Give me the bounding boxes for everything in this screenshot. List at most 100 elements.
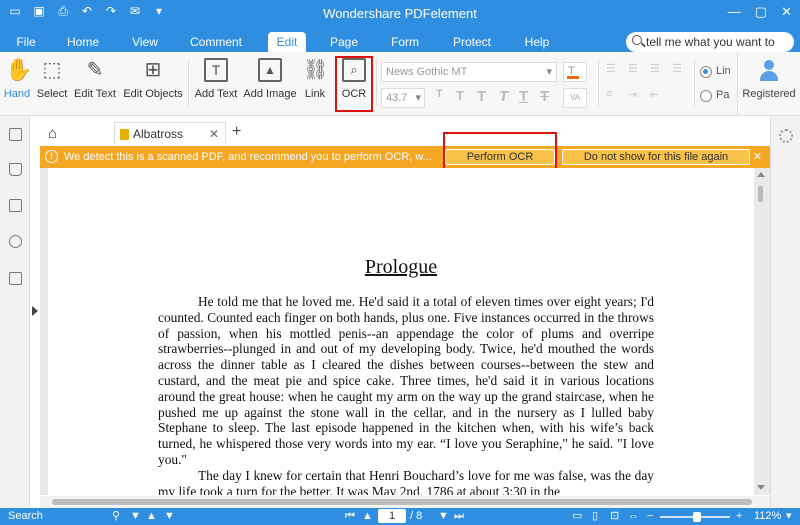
zoom-slider[interactable] xyxy=(660,512,730,522)
zoom-out-icon[interactable]: − xyxy=(647,510,653,522)
tab-view[interactable]: View xyxy=(122,28,168,52)
document-viewport[interactable]: Prologue He told me that he loved me. He… xyxy=(40,168,770,495)
page-heading: Prologue xyxy=(364,256,438,278)
single-page-icon[interactable]: ▭ xyxy=(572,510,582,522)
edit-text-button[interactable]: ✎ Edit Text xyxy=(72,58,118,100)
window-controls: — ▢ ✕ xyxy=(728,4,792,20)
add-text-button[interactable]: T Add Text xyxy=(194,58,238,100)
edit-objects-label: Edit Objects xyxy=(123,88,183,100)
select-cursor-icon: ⬚ xyxy=(42,59,62,81)
first-page-icon[interactable]: ⏮ xyxy=(345,510,355,522)
tell-me-search[interactable]: tell me what you want to xyxy=(626,32,794,52)
zoom-search-icon[interactable]: ⚲ xyxy=(112,510,120,522)
page-body-text: He told me that he loved me. He'd said i… xyxy=(158,294,654,495)
account-button[interactable]: Registered xyxy=(737,52,800,116)
two-page-icon[interactable]: ▯ xyxy=(592,510,598,522)
add-image-label: Add Image xyxy=(243,88,297,100)
minimize-icon[interactable]: — xyxy=(728,4,741,20)
tab-comment[interactable]: Comment xyxy=(184,28,248,52)
comment-icon[interactable] xyxy=(9,199,22,212)
maximize-icon[interactable]: ▢ xyxy=(755,4,767,20)
account-label: Registered xyxy=(742,88,796,100)
horizontal-scroll-thumb[interactable] xyxy=(52,499,752,505)
scroll-up-icon[interactable] xyxy=(757,172,765,177)
tab-edit[interactable]: Edit xyxy=(268,32,306,52)
new-tab-icon[interactable]: + xyxy=(232,123,241,141)
bookmark-icon[interactable] xyxy=(9,163,22,176)
character-spacing-button[interactable]: VA xyxy=(563,88,587,108)
edit-objects-button[interactable]: ⊞ Edit Objects xyxy=(122,58,184,100)
tab-help[interactable]: Help xyxy=(518,28,556,52)
increase-font-icon[interactable]: T xyxy=(456,88,464,103)
line-spacing-icon[interactable]: ≡ xyxy=(606,88,612,100)
bold-icon[interactable]: T xyxy=(477,88,486,105)
add-text-label: Add Text xyxy=(194,88,238,100)
line-mode-radio[interactable] xyxy=(700,66,712,78)
fit-width-icon[interactable]: ⇔ xyxy=(628,510,639,522)
hand-label: Hand xyxy=(3,88,31,100)
expand-panel-icon[interactable] xyxy=(32,306,38,316)
tab-page[interactable]: Page xyxy=(322,28,366,52)
ribbon-divider xyxy=(694,60,695,106)
document-tab[interactable]: Albatross ✕ xyxy=(114,122,226,144)
font-size-select[interactable]: 43.7 xyxy=(381,88,425,108)
previous-page-icon[interactable]: ▲ xyxy=(362,510,373,522)
user-avatar-icon xyxy=(758,60,780,82)
align-center-icon[interactable]: ☰ xyxy=(628,62,638,75)
italic-icon[interactable]: T xyxy=(499,88,508,105)
font-name-select[interactable]: News Gothic MT xyxy=(381,62,557,82)
vertical-scroll-thumb[interactable] xyxy=(758,186,763,202)
next-result-icon[interactable]: ▼ xyxy=(164,510,175,522)
fit-page-icon[interactable]: ⊡ xyxy=(610,510,619,522)
decrease-font-icon[interactable]: T xyxy=(436,88,443,100)
arrow-up-icon[interactable]: ▲ xyxy=(146,510,157,522)
next-page-icon[interactable]: ▼ xyxy=(438,510,449,522)
vertical-scrollbar[interactable] xyxy=(754,172,768,490)
color-swatch xyxy=(567,76,579,79)
line-mode-label: Lin xyxy=(716,65,731,77)
arrow-down-icon[interactable]: ▼ xyxy=(130,510,141,522)
ocr-notice-bar: ! We detect this is a scanned PDF, and r… xyxy=(40,146,770,168)
gear-icon[interactable] xyxy=(779,129,793,143)
add-image-button[interactable]: ▲ Add Image xyxy=(243,58,297,100)
close-icon[interactable]: ✕ xyxy=(781,4,792,20)
menu-bar: File Home View Comment Edit Page Form Pr… xyxy=(0,28,800,52)
search-icon[interactable] xyxy=(9,235,22,248)
ribbon-divider xyxy=(188,60,189,106)
align-justify-icon[interactable]: ☰ xyxy=(672,62,682,75)
edit-text-label: Edit Text xyxy=(74,88,116,100)
tab-file[interactable]: File xyxy=(8,28,44,52)
align-left-icon[interactable]: ☰ xyxy=(606,62,616,75)
tab-protect[interactable]: Protect xyxy=(446,28,498,52)
zoom-in-icon[interactable]: + xyxy=(736,510,742,522)
tab-home[interactable]: Home xyxy=(60,28,106,52)
status-search-label[interactable]: Search xyxy=(8,510,43,522)
zoom-slider-knob[interactable] xyxy=(693,512,701,522)
scroll-down-icon[interactable] xyxy=(757,485,765,490)
select-tool-button[interactable]: ⬚ Select xyxy=(34,58,70,100)
page-number-input[interactable]: 1 xyxy=(378,509,406,523)
link-button[interactable]: ⛓ Link xyxy=(301,58,329,100)
horizontal-scrollbar[interactable] xyxy=(40,496,770,508)
hand-tool-button[interactable]: ✋ Hand xyxy=(3,58,33,101)
close-notice-icon[interactable]: ✕ xyxy=(753,146,762,168)
zoom-dropdown-icon[interactable]: ▾ xyxy=(786,510,792,522)
app-title: Wondershare PDFelement xyxy=(323,6,477,21)
edit-objects-icon: ⊞ xyxy=(144,59,162,81)
add-text-icon: T xyxy=(204,58,228,82)
add-image-icon: ▲ xyxy=(258,58,282,82)
align-right-icon[interactable]: ☰ xyxy=(650,62,660,75)
indent-icon[interactable]: ⇥ xyxy=(628,88,637,101)
paragraph-mode-radio[interactable] xyxy=(700,90,712,102)
last-page-icon[interactable]: ⏭ xyxy=(454,510,464,522)
font-color-button[interactable]: T xyxy=(563,62,587,82)
underline-icon[interactable]: T xyxy=(519,88,528,105)
do-not-show-button[interactable]: Do not show for this file again xyxy=(562,149,750,165)
outdent-icon[interactable]: ⇤ xyxy=(650,88,659,101)
thumbnails-icon[interactable] xyxy=(9,128,22,141)
tab-form[interactable]: Form xyxy=(384,28,426,52)
home-icon[interactable]: ⌂ xyxy=(48,125,57,142)
strikethrough-icon[interactable]: T xyxy=(540,88,549,105)
find-replace-icon[interactable] xyxy=(9,272,22,285)
close-tab-icon[interactable]: ✕ xyxy=(209,123,219,145)
